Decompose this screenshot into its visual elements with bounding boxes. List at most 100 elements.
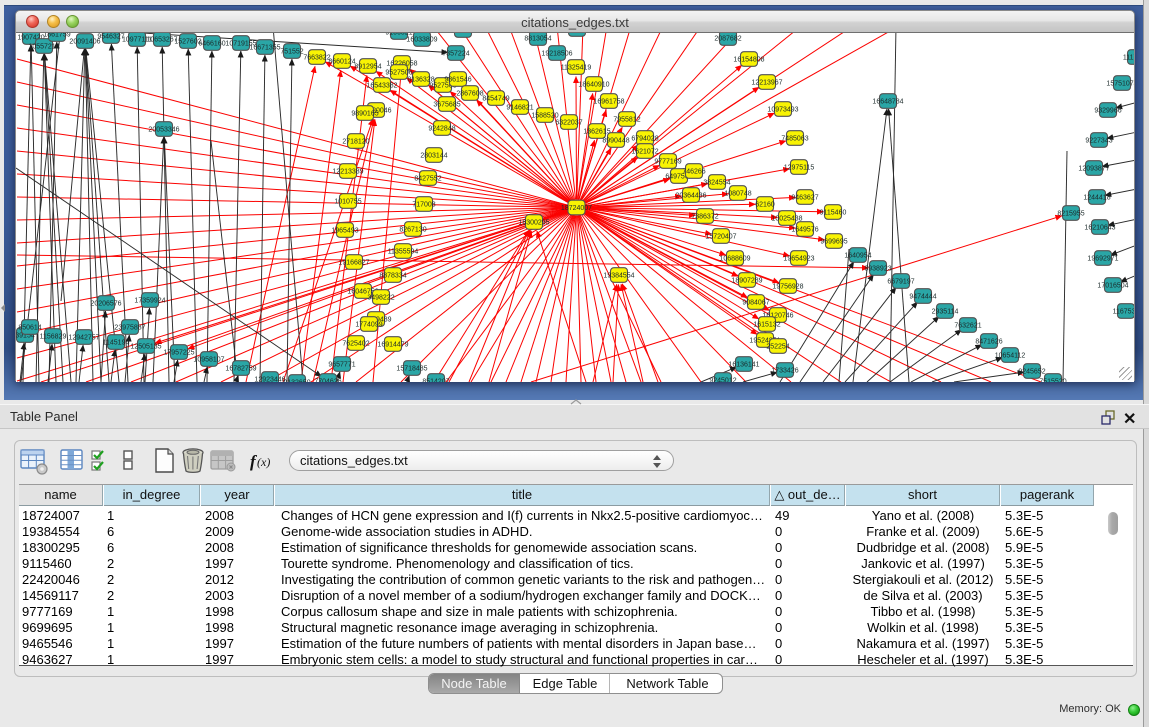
svg-text:62160: 62160 [755,201,775,208]
svg-text:9657771: 9657771 [328,361,355,368]
svg-text:1080748: 1080748 [724,190,751,197]
svg-text:18640910: 18640910 [578,81,609,88]
svg-text:2935114: 2935114 [932,308,959,315]
svg-text:19384554: 19384554 [603,272,634,279]
svg-text:8938923: 8938923 [864,265,891,272]
svg-text:9146821: 9146821 [506,104,533,111]
svg-text:1362615: 1362615 [583,128,610,135]
svg-text:1640954: 1640954 [844,252,871,259]
svg-text:1621072: 1621072 [631,148,658,155]
svg-text:9115460: 9115460 [820,209,847,216]
svg-text:9132650: 9132650 [283,379,310,382]
svg-text:850614: 850614 [18,324,41,331]
svg-text:17359924: 17359924 [134,297,165,304]
svg-text:9245652: 9245652 [1018,368,1045,375]
svg-text:8878334: 8878334 [379,272,406,279]
svg-text:8427552: 8427552 [414,175,441,182]
svg-text:1145194: 1145194 [103,339,130,346]
svg-text:8660124: 8660124 [328,58,355,65]
svg-text:19692971: 19692971 [1087,255,1118,262]
svg-text:10688609: 10688609 [719,255,750,262]
svg-text:7357224: 7357224 [442,50,469,57]
svg-text:18300295: 18300295 [518,219,549,226]
svg-text:9777169: 9777169 [654,158,681,165]
svg-text:10654112: 10654112 [995,352,1026,359]
svg-text:7386372: 7386372 [691,213,718,220]
svg-text:8454749: 8454749 [482,95,509,102]
svg-text:1965493: 1965493 [331,227,358,234]
svg-text:10958107: 10958107 [193,356,224,363]
svg-text:1010755: 1010755 [334,198,361,205]
svg-text:6322037: 6322037 [555,119,582,126]
svg-text:7704626: 7704626 [314,378,341,382]
svg-text:16648784: 16648784 [872,98,903,105]
svg-text:1615132: 1615132 [753,321,780,328]
svg-text:751552: 751552 [280,48,303,55]
svg-text:7632621: 7632621 [954,322,981,329]
svg-text:12975115: 12975115 [784,164,815,171]
svg-text:9861546: 9861546 [444,76,471,83]
svg-text:2803144: 2803144 [420,152,447,159]
svg-text:23975887: 23975887 [114,324,145,331]
svg-text:16914479: 16914479 [377,341,408,348]
svg-text:1244418: 1244418 [1083,194,1110,201]
svg-text:8514207: 8514207 [422,378,449,382]
svg-text:252254: 252254 [766,343,789,350]
svg-text:15718485: 15718485 [396,365,427,372]
svg-text:11355594: 11355594 [388,248,419,255]
svg-text:9084067: 9084067 [742,299,769,306]
svg-text:7625402: 7625402 [342,340,369,347]
svg-text:12942757: 12942757 [68,334,99,341]
svg-text:12213389: 12213389 [332,168,363,175]
svg-text:16154808: 16154808 [733,56,764,63]
svg-text:10025438: 10025438 [771,215,802,222]
svg-text:1167534: 1167534 [1113,308,1134,315]
svg-text:9227343: 9227343 [1085,137,1112,144]
svg-text:6679197: 6679197 [887,278,914,285]
svg-text:9245012: 9245012 [709,377,736,382]
svg-text:1588520: 1588520 [531,112,558,119]
svg-text:1649576: 1649576 [791,226,818,233]
svg-text:11325419: 11325419 [561,64,592,71]
svg-text:16961758: 16961758 [593,98,624,105]
svg-text:20091406: 20091406 [69,38,100,45]
svg-text:10653267: 10653267 [146,36,177,43]
svg-text:10557214: 10557214 [28,43,59,50]
svg-text:16210643: 16210643 [1084,224,1115,231]
svg-text:7955812: 7955812 [613,116,640,123]
svg-text:20206576: 20206576 [90,300,121,307]
svg-text:9463627: 9463627 [791,194,818,201]
svg-text:18724007: 18724007 [561,205,592,212]
svg-text:8215955: 8215955 [1057,210,1084,217]
svg-text:6466160: 6466160 [198,40,225,47]
svg-text:16671355: 16671355 [249,44,280,51]
svg-text:10973493: 10973493 [767,106,798,113]
svg-text:717008: 717008 [412,201,435,208]
svg-text:9527506: 9527506 [385,69,412,76]
svg-text:15751074: 15751074 [1106,80,1134,87]
svg-text:8990448: 8990448 [602,137,629,144]
svg-text:2718120: 2718120 [342,138,369,145]
svg-text:19218506: 19218506 [541,50,572,57]
svg-text:9546327: 9546327 [97,33,124,40]
svg-text:2867608: 2867608 [456,90,483,97]
svg-text:12213967: 12213967 [751,79,782,86]
svg-text:8267130: 8267130 [399,226,426,233]
svg-text:3675685: 3675685 [433,101,460,108]
svg-text:12505135: 12505135 [130,343,161,350]
svg-text:8471626: 8471626 [975,338,1002,345]
svg-text:16033809: 16033809 [406,36,437,43]
svg-text:17957225: 17957225 [163,349,194,356]
svg-text:8204317: 8204317 [449,33,476,34]
svg-text:7485063: 7485063 [781,135,808,142]
svg-text:1774099: 1774099 [355,321,382,328]
svg-text:19756928: 19756928 [772,283,803,290]
svg-text:16782759: 16782759 [225,365,256,372]
svg-text:9329966: 9329966 [1094,107,1121,114]
svg-text:2087682: 2087682 [714,35,741,42]
svg-text:9242848: 9242848 [428,125,455,132]
svg-text:9890165: 9890165 [351,110,378,117]
svg-text:3824554: 3824554 [703,179,730,186]
svg-text:746266: 746266 [682,168,705,175]
svg-text:17016504: 17016504 [1097,282,1128,289]
